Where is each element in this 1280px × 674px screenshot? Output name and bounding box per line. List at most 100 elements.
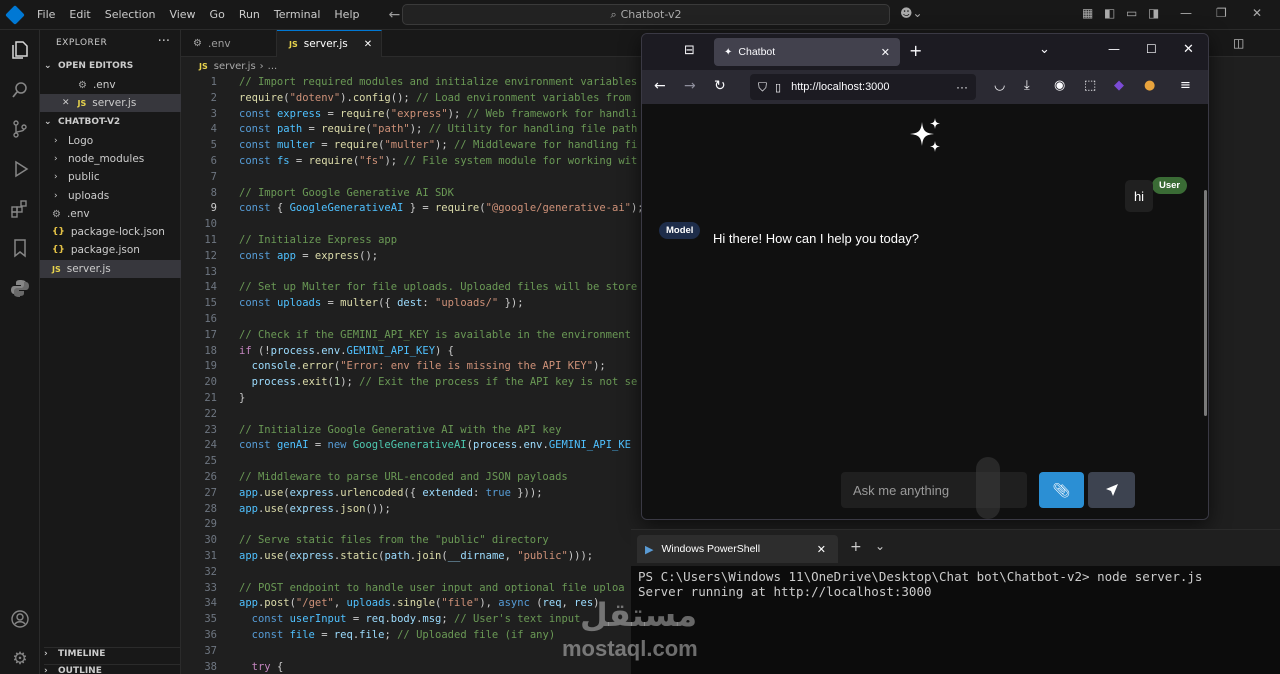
folder-public[interactable]: › public [40, 168, 181, 186]
menu-file[interactable]: File [30, 8, 62, 21]
split-editor-icon[interactable]: ◫ [1233, 36, 1244, 50]
extension-purple-icon[interactable]: ◆ [1114, 78, 1124, 93]
menu-edit[interactable]: Edit [62, 8, 97, 21]
outline-header[interactable]: › OUTLINE [44, 664, 181, 674]
menu-selection[interactable]: Selection [98, 8, 163, 21]
toggle-panel-icon[interactable]: ▭ [1126, 6, 1137, 20]
close-window-icon[interactable]: ✕ [1252, 6, 1262, 20]
folder-uploads[interactable]: › uploads [40, 187, 181, 205]
open-editors-header[interactable]: ⌄ OPEN EDITORS [44, 61, 133, 71]
code-line: // Serve static files from the "public" … [239, 534, 549, 547]
folder-node-modules[interactable]: › node_modules [40, 150, 181, 168]
line-number: 8 [210, 186, 217, 199]
menu-view[interactable]: View [162, 8, 202, 21]
accounts-icon[interactable] [10, 609, 30, 629]
code-line: process.exit(1); // Exit the process if … [251, 376, 638, 389]
line-number: 18 [204, 344, 217, 357]
back-arrow-icon[interactable]: ← [654, 78, 666, 94]
folder-logo[interactable]: › Logo [40, 132, 181, 150]
line-number: 25 [204, 455, 217, 468]
vscode-logo-icon [0, 0, 30, 30]
close-editor-icon[interactable]: ✕ [62, 98, 70, 108]
terminal-dropdown-icon[interactable]: ⌄ [875, 539, 885, 553]
account-icon[interactable]: ◉ [1054, 78, 1065, 93]
bookmark-icon[interactable] [10, 238, 30, 258]
file-package-json[interactable]: {} package.json [40, 241, 181, 259]
close-terminal-tab-icon[interactable]: ✕ [817, 543, 826, 556]
close-tab-icon[interactable]: ✕ [364, 39, 372, 50]
run-debug-icon[interactable] [10, 159, 30, 179]
reload-icon[interactable]: ↻ [714, 78, 726, 94]
pocket-icon[interactable]: ◡ [994, 78, 1005, 93]
send-message-button[interactable] [1088, 472, 1135, 508]
file-server-js[interactable]: JS server.js [40, 260, 181, 278]
tab-list-icon[interactable]: ⊟ [684, 43, 695, 58]
search-icon[interactable] [10, 80, 30, 100]
menu-run[interactable]: Run [232, 8, 267, 21]
explorer-sidebar: EXPLORER ··· ⌄ OPEN EDITORS ⚙ .env ✕ JS serv… [40, 30, 181, 674]
layout-icon[interactable]: ▦ [1082, 6, 1093, 20]
code-line: const multer = require("multer"); // Mid… [239, 139, 638, 152]
breadcrumb: JS server.js › ... [181, 57, 277, 75]
more-actions-icon[interactable]: ··· [158, 34, 170, 49]
menu-go[interactable]: Go [203, 8, 232, 21]
extensions-icon[interactable]: ⬚ [1084, 78, 1096, 93]
chevron-right-icon: › [54, 172, 58, 182]
browser-tab-chatbot[interactable]: ✦ Chatbot ✕ [714, 38, 900, 66]
project-header[interactable]: ⌄ CHATBOT-V2 [44, 117, 120, 127]
terminal-window[interactable]: ▶ Windows PowerShell ✕ + ⌄ PS C:\Users\W… [631, 529, 1280, 674]
menu-terminal[interactable]: Terminal [267, 8, 328, 21]
code-line: const { GoogleGenerativeAI } = require("… [239, 202, 644, 215]
explorer-icon[interactable] [10, 40, 30, 60]
list-all-tabs-icon[interactable]: ⌄ [1039, 42, 1050, 57]
chevron-right-icon: › [54, 154, 58, 164]
env-file-icon: ⚙ [193, 38, 202, 49]
extensions-icon[interactable] [10, 199, 30, 219]
restore-icon[interactable]: ❐ [1216, 6, 1227, 20]
browser-window: ⊟ ✦ Chatbot ✕ + ⌄ — ☐ ✕ ← → ↻ ⛉ ▯ http:/… [641, 33, 1209, 520]
input-resize-handle[interactable] [976, 457, 1000, 519]
close-window-icon[interactable]: ✕ [1183, 42, 1194, 57]
close-tab-icon[interactable]: ✕ [881, 46, 890, 59]
extension-orange-icon[interactable]: ● [1144, 78, 1155, 93]
file-env[interactable]: ⚙ .env [40, 205, 181, 223]
page-actions-icon[interactable]: ··· [956, 80, 968, 94]
activity-bar: ⚙ [0, 30, 40, 674]
file-package-lock-json[interactable]: {} package-lock.json [40, 223, 181, 241]
timeline-header[interactable]: › TIMELINE [44, 647, 181, 659]
source-control-icon[interactable] [10, 119, 30, 139]
python-icon[interactable] [10, 278, 30, 298]
attach-file-button[interactable]: 📎︎ [1039, 472, 1084, 508]
breadcrumb-file[interactable]: server.js [214, 61, 256, 72]
code-line: // Import Google Generative AI SDK [239, 186, 454, 199]
page-scrollbar[interactable] [1204, 190, 1207, 416]
tab-env[interactable]: ⚙ .env [181, 30, 277, 57]
minimize-icon[interactable]: — [1180, 6, 1192, 20]
url-bar[interactable]: ⛉ ▯ http://localhost:3000 ··· [750, 74, 976, 100]
open-editor-env[interactable]: ⚙ .env [40, 76, 181, 94]
open-editor-server-js[interactable]: ✕ JS server.js [40, 94, 181, 112]
new-tab-plus-icon[interactable]: + [909, 41, 922, 60]
terminal-prompt: PS C:\Users\Windows 11\OneDrive\Desktop\… [638, 569, 1090, 584]
breadcrumb-more[interactable]: ... [268, 61, 278, 72]
menu-help[interactable]: Help [327, 8, 366, 21]
json-file-icon: {} [52, 245, 65, 255]
maximize-icon[interactable]: ☐ [1146, 42, 1157, 56]
line-number: 19 [204, 360, 217, 373]
chevron-right-icon: › [54, 136, 58, 146]
line-number: 29 [204, 518, 217, 531]
command-center-search[interactable]: ⌕ Chatbot-v2 [402, 4, 890, 25]
copilot-icon[interactable]: ☻⌄ [900, 6, 923, 20]
new-terminal-plus-icon[interactable]: + [850, 539, 862, 555]
terminal-tab-powershell[interactable]: ▶ Windows PowerShell ✕ [637, 535, 838, 563]
minimize-icon[interactable]: — [1108, 42, 1120, 56]
tab-server-js[interactable]: JS server.js ✕ [277, 30, 382, 57]
downloads-icon[interactable]: ⤓ [1024, 78, 1030, 93]
toggle-secondary-sidebar-icon[interactable]: ◨ [1148, 6, 1159, 20]
toggle-sidebar-icon[interactable]: ◧ [1104, 6, 1115, 20]
js-file-icon: JS [289, 39, 298, 49]
hamburger-menu-icon[interactable]: ≡ [1180, 78, 1191, 93]
settings-gear-icon[interactable]: ⚙ [10, 649, 30, 669]
